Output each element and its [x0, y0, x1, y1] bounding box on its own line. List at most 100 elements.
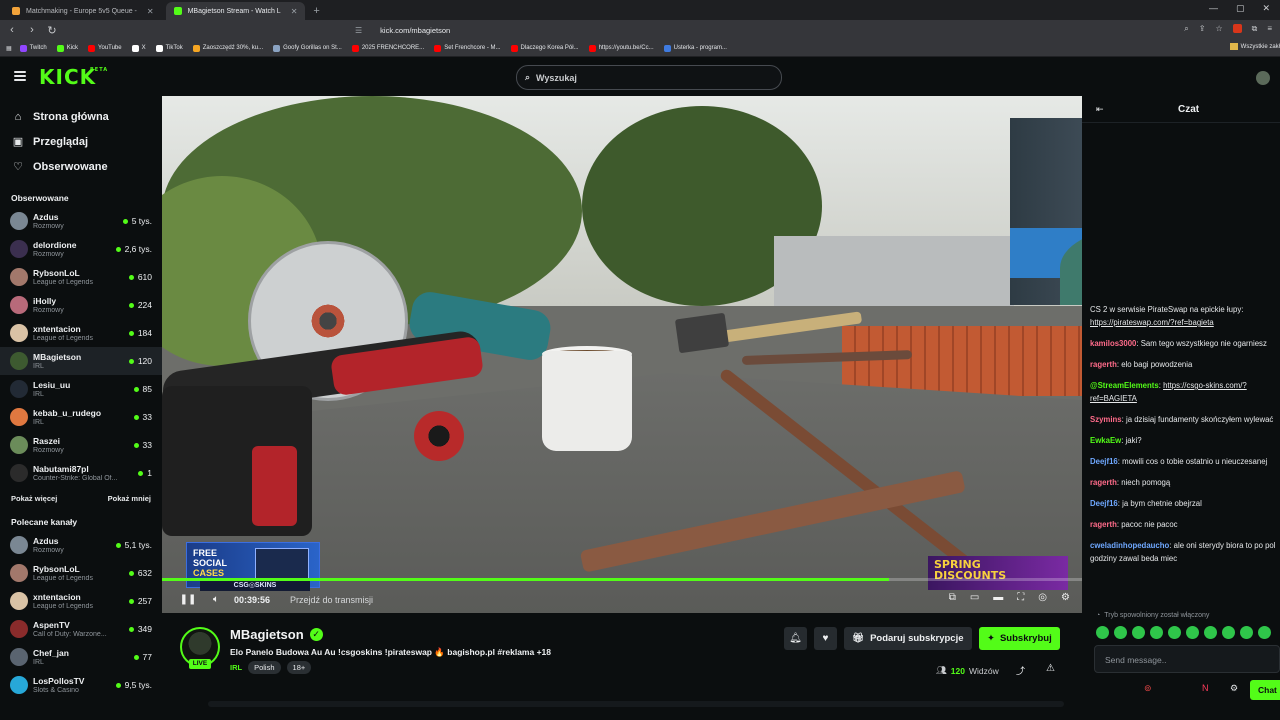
hamburger-menu-icon[interactable]: [14, 71, 26, 81]
streamer-name[interactable]: MBagietson: [230, 627, 304, 642]
chat-username[interactable]: Deejf16: [1090, 499, 1118, 508]
go-live-button[interactable]: Przejdź do transmisji: [290, 595, 373, 605]
channel-item[interactable]: Chef_jan IRL 77: [0, 643, 162, 671]
reload-icon[interactable]: ↻: [44, 24, 60, 37]
bookmark-item[interactable]: Goofy Gorillas on St...: [273, 44, 342, 52]
chat-message-input[interactable]: Send message..: [1094, 645, 1280, 673]
stream-category[interactable]: IRL: [230, 663, 242, 672]
channel-item[interactable]: Azdus Rozmowy 5 tys.: [0, 207, 162, 235]
channel-item[interactable]: delordione Rozmowy 2,6 tys.: [0, 235, 162, 263]
emote-icon[interactable]: [1168, 626, 1181, 639]
report-warning-icon[interactable]: ⚠: [1046, 663, 1055, 674]
channel-item[interactable]: MBagietson IRL 120: [0, 347, 162, 375]
address-bar[interactable]: ☰ kick.com/mbagietson: [355, 22, 925, 38]
mini-player-icon[interactable]: ▭: [970, 592, 979, 603]
channel-item[interactable]: AspenTV Call of Duty: Warzone... 349: [0, 615, 162, 643]
follow-button[interactable]: ♥: [814, 627, 837, 650]
bookmark-item[interactable]: Dlaczego Korea Pół...: [510, 44, 579, 52]
settings-gear-icon[interactable]: ⚙: [1061, 592, 1070, 603]
video-player[interactable]: FREE SOCIAL CASES CSG◎SKINS SPRING DISCOUN…: [162, 96, 1082, 613]
back-icon[interactable]: ‹: [4, 24, 20, 36]
nav-browse[interactable]: ▣ Przeglądaj: [0, 129, 162, 154]
emote-picker-icon[interactable]: ⊚: [1144, 683, 1152, 694]
bookmark-item[interactable]: 2025 FRENCHCORE...: [351, 44, 424, 52]
bookmark-item[interactable]: Set Frenchcore - M...: [434, 44, 501, 52]
bookmark-item[interactable]: Zaoszczędź 30%, ku...: [192, 44, 263, 52]
bookmark-item[interactable]: X: [131, 44, 146, 52]
bookmark-item[interactable]: TikTok: [155, 44, 183, 52]
emote-icon[interactable]: [1204, 626, 1217, 639]
share-icon[interactable]: ⤴: [1016, 664, 1025, 677]
bookmark-item[interactable]: Kick: [56, 44, 78, 52]
chat-username[interactable]: EwkaEw: [1090, 436, 1121, 445]
zoom-icon[interactable]: ⌕: [1184, 24, 1188, 34]
subscribe-button[interactable]: ✦ Subskrybuj: [979, 627, 1060, 650]
emote-icon[interactable]: [1240, 626, 1253, 639]
maximize-icon[interactable]: ▢: [1236, 3, 1245, 14]
close-tab-icon[interactable]: ✕: [291, 7, 298, 16]
channel-item[interactable]: Lesiu_uu IRL 85: [0, 375, 162, 403]
browser-tab[interactable]: Matchmaking - Europe 5v5 Queue - ✕: [4, 2, 162, 20]
forward-icon[interactable]: ›: [24, 24, 40, 36]
video-progress-bar[interactable]: [162, 578, 1082, 581]
bookmark-item[interactable]: https://youtu.be/Cc...: [588, 44, 654, 52]
close-window-icon[interactable]: ✕: [1262, 3, 1270, 14]
bookmark-item[interactable]: YouTube: [88, 44, 122, 52]
emote-icon[interactable]: [1150, 626, 1163, 639]
chat-username[interactable]: Szymins: [1090, 415, 1122, 424]
show-less-link[interactable]: Pokaż mniej: [108, 494, 151, 503]
bookmark-item[interactable]: Twitch: [19, 44, 47, 52]
picture-in-picture-icon[interactable]: ⧉: [949, 592, 956, 603]
channel-item[interactable]: xntentacion League of Legends 257: [0, 587, 162, 615]
new-tab-icon[interactable]: +: [313, 5, 319, 17]
chat-link[interactable]: https://pirateswap.com/?ref=bagieta: [1090, 318, 1214, 327]
show-more-link[interactable]: Pokaż więcej: [11, 494, 57, 503]
user-avatar[interactable]: [1256, 71, 1270, 85]
bookmark-star-icon[interactable]: ☆: [1215, 24, 1222, 34]
tag-age[interactable]: 18+: [286, 661, 312, 674]
channel-item[interactable]: RybsonLoL League of Legends 610: [0, 263, 162, 291]
emote-icon[interactable]: [1186, 626, 1199, 639]
minimize-icon[interactable]: —: [1209, 3, 1218, 14]
tag-language[interactable]: Polish: [248, 661, 281, 674]
spring-discounts-ad[interactable]: SPRING DISCOUNTS: [928, 556, 1068, 590]
browser-tab-active[interactable]: MBagietson Stream - Watch L ✕: [165, 2, 306, 20]
emote-icon[interactable]: [1222, 626, 1235, 639]
all-bookmarks[interactable]: Wszystkie zakł: [1229, 43, 1280, 50]
channel-item[interactable]: iHolly Rozmowy 224: [0, 291, 162, 319]
extensions-icon[interactable]: ⧉: [1252, 24, 1258, 34]
emote-icon[interactable]: [1114, 626, 1127, 639]
chat-username[interactable]: cweladinhopedaucho: [1090, 541, 1169, 550]
channel-item[interactable]: Azdus Rozmowy 5,1 tys.: [0, 531, 162, 559]
chat-send-button[interactable]: Chat: [1250, 680, 1280, 700]
share-icon[interactable]: ⇪: [1199, 24, 1206, 34]
chat-username[interactable]: kamilos3000: [1090, 339, 1136, 348]
search-input[interactable]: ⌕ Wyszukaj: [516, 65, 782, 90]
horizontal-scrollbar[interactable]: [208, 701, 1064, 707]
chat-username[interactable]: ragerth: [1090, 478, 1117, 487]
bookmark-item[interactable]: Usterka - program...: [663, 44, 727, 52]
notification-bell-button[interactable]: 🔔︎: [784, 627, 807, 650]
kick-logo[interactable]: KICK BETA: [39, 65, 107, 89]
emote-icon[interactable]: [1132, 626, 1145, 639]
emote-icon[interactable]: [1096, 626, 1109, 639]
fullscreen-icon[interactable]: ⛶: [1017, 592, 1024, 603]
close-tab-icon[interactable]: ✕: [147, 7, 154, 16]
nav-home[interactable]: ⌂ Strona główna: [0, 104, 162, 129]
brave-shield-icon[interactable]: [1232, 24, 1242, 33]
channel-item[interactable]: Nabutami87pl Counter-Strike: Global Of...…: [0, 459, 162, 487]
theater-mode-icon[interactable]: ▬: [993, 592, 1003, 603]
channel-item[interactable]: RybsonLoL League of Legends 632: [0, 559, 162, 587]
pause-icon[interactable]: ❚❚: [174, 594, 202, 605]
site-info-icon[interactable]: ☰: [355, 26, 362, 35]
apps-grid-icon[interactable]: ▦: [6, 45, 12, 52]
channel-item[interactable]: LosPollosTV Slots & Casino 9,5 tys.: [0, 671, 162, 699]
volume-icon[interactable]: 🔈︎: [202, 594, 230, 605]
chat-username[interactable]: @StreamElements: [1090, 381, 1159, 390]
menu-icon[interactable]: ≡: [1267, 24, 1272, 34]
channel-item[interactable]: kebab_u_rudego IRL 33: [0, 403, 162, 431]
clip-icon[interactable]: ◎: [1038, 592, 1047, 603]
emote-icon[interactable]: [1258, 626, 1271, 639]
channel-item[interactable]: xntentacion League of Legends 184: [0, 319, 162, 347]
gift-subscription-button[interactable]: 🎁︎ Podaruj subskrypcje: [844, 627, 972, 650]
